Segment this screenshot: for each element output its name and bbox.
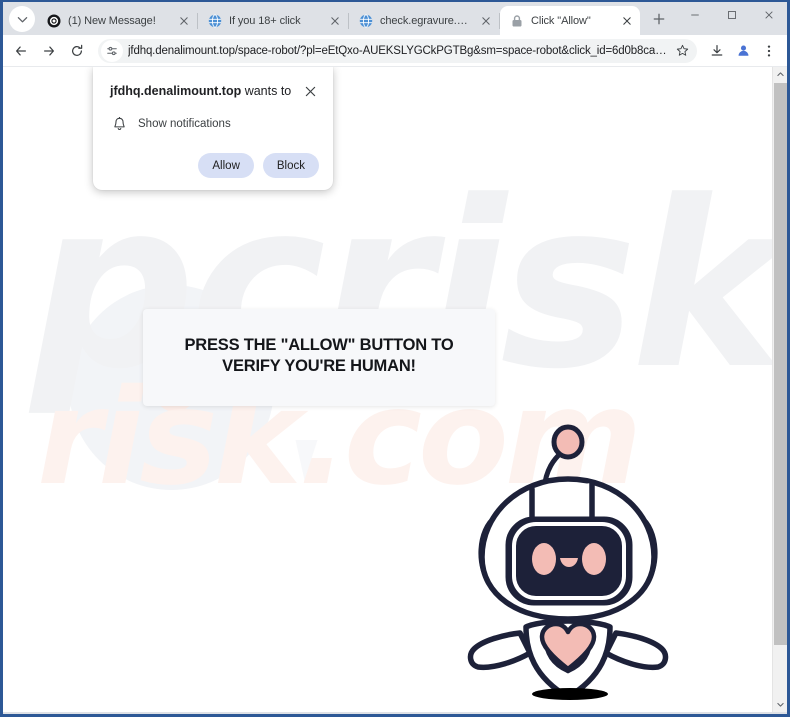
- speech-bubble-text: PRESS THE "ALLOW" BUTTON TO VERIFY YOU'R…: [184, 336, 454, 376]
- tab-new-message[interactable]: (1) New Message!: [37, 6, 197, 35]
- back-button[interactable]: [8, 38, 34, 64]
- bookmark-button[interactable]: [671, 40, 693, 62]
- tab-title: Click "Allow": [531, 14, 591, 27]
- browser-menu-button[interactable]: [757, 39, 781, 63]
- dark-circle-favicon: [47, 14, 61, 28]
- address-bar[interactable]: jfdhq.denalimount.top/space-robot/?pl=eE…: [98, 38, 697, 63]
- reload-button[interactable]: [64, 38, 90, 64]
- tune-icon[interactable]: [101, 39, 123, 62]
- tab-title: (1) New Message!: [68, 14, 156, 27]
- scrollbar-thumb[interactable]: [774, 83, 787, 645]
- tab-close-button[interactable]: [175, 12, 193, 30]
- tab-close-button[interactable]: [326, 12, 344, 30]
- profile-button[interactable]: [731, 39, 755, 63]
- minimize-icon: [690, 14, 699, 16]
- lock-favicon: [510, 14, 524, 28]
- forward-arrow-icon: [44, 45, 54, 56]
- download-icon: [711, 44, 723, 56]
- close-icon: [764, 11, 773, 19]
- tab-close-button[interactable]: [477, 12, 495, 30]
- page-scrollbar[interactable]: [772, 67, 787, 712]
- tab-check-egravure[interactable]: check.egravure.com/?6: [349, 6, 499, 35]
- permission-origin: jfdhq.denalimount.top: [110, 84, 242, 98]
- plus-icon: [653, 13, 665, 25]
- speech-bubble-tail: [282, 440, 318, 480]
- url-text: jfdhq.denalimount.top/space-robot/?pl=eE…: [128, 44, 671, 57]
- permission-dialog-close-button[interactable]: [301, 82, 319, 100]
- tab-click-allow[interactable]: Click "Allow": [500, 6, 640, 35]
- star-icon: [676, 44, 688, 56]
- tab-close-button[interactable]: [618, 12, 636, 30]
- allow-button[interactable]: Allow: [198, 153, 254, 178]
- maximize-button[interactable]: [713, 2, 750, 28]
- tab-search-button[interactable]: [9, 6, 35, 32]
- new-tab-button[interactable]: [645, 5, 673, 33]
- scroll-down-button[interactable]: [773, 697, 787, 712]
- three-dot-menu-icon: [767, 44, 771, 57]
- permission-option-row: Show notifications: [110, 115, 319, 133]
- permission-option-label: Show notifications: [138, 118, 231, 130]
- permission-dialog-buttons: Allow Block: [110, 153, 319, 178]
- window-controls: [676, 2, 787, 35]
- close-icon: [305, 86, 315, 96]
- tab-title: check.egravure.com/?6: [380, 14, 471, 27]
- scroll-up-button[interactable]: [773, 67, 787, 82]
- minimize-button[interactable]: [676, 2, 713, 28]
- space-robot-mascot: [458, 419, 688, 704]
- page-viewport: pcrisk risk.com PRESS THE "ALLOW" BUTTON…: [3, 67, 787, 712]
- close-window-button[interactable]: [750, 2, 787, 28]
- tab-if-you-18-click[interactable]: If you 18+ click: [198, 6, 348, 35]
- tab-title: If you 18+ click: [229, 14, 301, 27]
- permission-dialog-title: jfdhq.denalimount.top wants to: [110, 83, 301, 99]
- maximize-icon: [727, 11, 736, 19]
- globe-favicon: [359, 13, 373, 28]
- chevron-down-icon: [17, 16, 27, 22]
- browser-toolbar: jfdhq.denalimount.top/space-robot/?pl=eE…: [3, 35, 787, 67]
- downloads-button[interactable]: [705, 39, 729, 63]
- bell-icon: [110, 115, 128, 133]
- globe-favicon: [208, 13, 222, 28]
- account-avatar-icon: [738, 45, 748, 56]
- tab-strip: (1) New Message! If you 18+ click check.…: [3, 2, 787, 35]
- scroll-down-arrow-icon: [777, 702, 784, 707]
- scroll-up-arrow-icon: [777, 72, 784, 77]
- permission-title-suffix: wants to: [241, 84, 292, 98]
- block-button[interactable]: Block: [262, 153, 319, 178]
- notification-permission-dialog: jfdhq.denalimount.top wants to Show noti…: [93, 67, 333, 190]
- reload-icon: [72, 44, 83, 56]
- speech-bubble: PRESS THE "ALLOW" BUTTON TO VERIFY YOU'R…: [143, 309, 495, 406]
- back-arrow-icon: [16, 45, 26, 56]
- browser-window: (1) New Message! If you 18+ click check.…: [0, 0, 790, 717]
- forward-button[interactable]: [36, 38, 62, 64]
